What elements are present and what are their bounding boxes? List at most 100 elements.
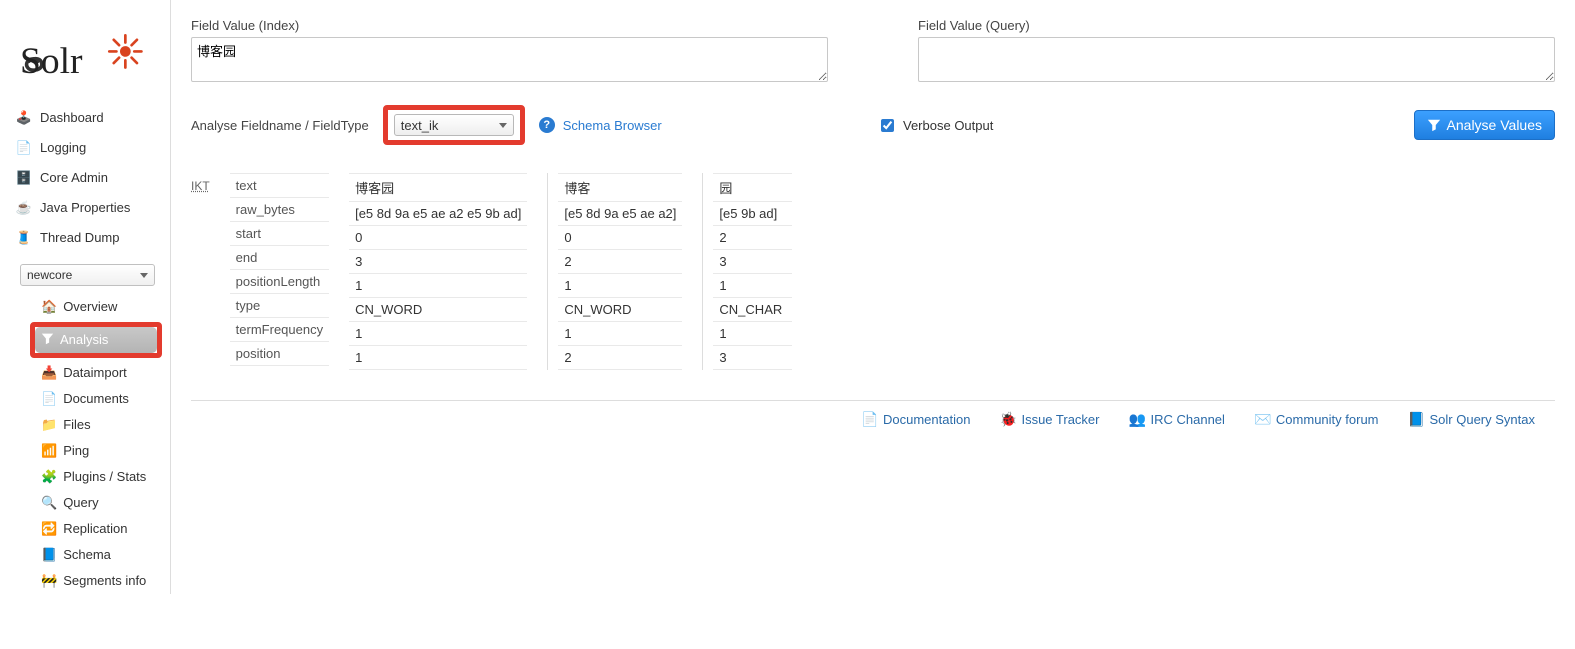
nav-java-props[interactable]: ☕Java Properties: [8, 194, 162, 222]
token-value: 1: [558, 274, 682, 298]
token-value: [e5 9b ad]: [713, 202, 792, 226]
token-value: 2: [713, 226, 792, 250]
query-block: Field Value (Query): [918, 18, 1555, 85]
subnav-dataimport[interactable]: 📥Dataimport: [35, 360, 170, 386]
nav-dashboard[interactable]: 🕹️Dashboard: [8, 104, 162, 132]
footer-irc[interactable]: 👥IRC Channel: [1129, 411, 1224, 427]
index-label: Field Value (Index): [191, 18, 299, 33]
token-value: 2: [558, 250, 682, 274]
footer-syntax[interactable]: 📘 Solr Query Syntax: [1409, 411, 1536, 427]
solr-logo: Solr: [20, 30, 145, 84]
bug-icon: 🐞: [1000, 411, 1016, 427]
nav-core-admin[interactable]: 🗄️ Core Admin: [8, 164, 162, 192]
search-icon: 🔍: [41, 495, 57, 511]
thread-icon: 🧵: [16, 230, 32, 246]
subnav-analysis[interactable]: Analysis: [35, 327, 157, 353]
sidebar: Solr 🕹️Dashboard 📄 Logging 🗄️ Core Admin: [0, 0, 170, 594]
subnav-query[interactable]: 🔍 Query: [35, 490, 170, 516]
subnav-replication-label: Replication: [63, 521, 127, 536]
nav-thread-dump[interactable]: 🧵 Thread Dump: [8, 224, 162, 252]
doc-icon: 📄: [862, 411, 878, 427]
footer: 📄 Documentation 🐞 Issue Tracker 👥IRC Chann…: [191, 400, 1555, 437]
funnel-icon: [41, 332, 54, 348]
documents-icon: 📄: [41, 391, 57, 407]
plugin-icon: 🧩: [41, 469, 57, 485]
help-icon[interactable]: ?: [539, 117, 555, 133]
analyse-button[interactable]: Analyse Values: [1414, 110, 1555, 140]
subnav-replication[interactable]: 🔁Replication: [35, 516, 170, 542]
ping-icon: 📶: [41, 443, 57, 459]
attr-label: end: [230, 246, 329, 270]
subnav-segments[interactable]: 🚧Segments info: [35, 568, 170, 594]
subnav-overview-label: Overview: [63, 299, 117, 314]
analysis-result: IKT text raw_bytes start end positionLen…: [191, 173, 1555, 370]
content: Field Value (Index) Field Value (Query) …: [170, 0, 1575, 594]
subnav-segments-label: Segments info: [63, 573, 146, 588]
folder-icon: 📁: [41, 417, 57, 433]
token-value: [e5 8d 9a e5 ae a2 e5 9b ad]: [349, 202, 527, 226]
coreadmin-icon: 🗄️: [16, 170, 32, 186]
token-value: 1: [558, 322, 682, 346]
fieldtype-select[interactable]: text_ik: [394, 114, 514, 136]
subnav-files[interactable]: 📁 Files: [35, 412, 170, 438]
funnel-icon: [1427, 118, 1441, 132]
token-value: CN_WORD: [349, 298, 527, 322]
footer-documentation[interactable]: 📄 Documentation: [862, 411, 970, 427]
subnav-ping-label: Ping: [63, 443, 89, 458]
token-column-2: 园 [e5 9b ad] 2 3 1 CN_CHAR 1 3: [702, 173, 792, 370]
subnav-query-label: Query: [63, 495, 98, 510]
nav-dashboard-label: Dashboard: [40, 110, 104, 125]
token-value: [e5 8d 9a e5 ae a2]: [558, 202, 682, 226]
token-value: 1: [349, 346, 527, 370]
token-value: CN_CHAR: [713, 298, 792, 322]
subnav-analysis-label: Analysis: [60, 332, 108, 347]
subnav-schema[interactable]: 📘 Schema: [35, 542, 170, 568]
footer-issue-label: Issue Tracker: [1021, 412, 1099, 427]
schema-icon: 📘: [41, 547, 57, 563]
subnav-files-label: Files: [63, 417, 90, 432]
nav-logging[interactable]: 📄 Logging: [8, 134, 162, 162]
nav-logging-label: Logging: [40, 140, 86, 155]
token-column-1: 博客 [e5 8d 9a e5 ae a2] 0 2 1 CN_WORD 1 2: [547, 173, 682, 370]
footer-forum[interactable]: ✉️Community forum: [1255, 411, 1379, 427]
attr-label: position: [230, 342, 329, 366]
nav-threaddump-label: Thread Dump: [40, 230, 119, 245]
token-value: 园: [713, 173, 792, 202]
subnav-overview[interactable]: 🏠Overview: [35, 294, 170, 320]
subnav-documents-label: Documents: [63, 391, 129, 406]
query-input[interactable]: [918, 37, 1555, 82]
book-icon: 📘: [1409, 411, 1425, 427]
highlight-fieldtype: text_ik: [383, 105, 525, 145]
schema-browser-link[interactable]: Schema Browser: [563, 118, 662, 133]
query-label: Field Value (Query): [918, 18, 1030, 33]
token-value: 1: [713, 274, 792, 298]
token-value: 2: [558, 346, 682, 370]
attr-label: termFrequency: [230, 318, 329, 342]
token-value: 0: [558, 226, 682, 250]
footer-issue-tracker[interactable]: 🐞 Issue Tracker: [1000, 411, 1099, 427]
attr-label: positionLength: [230, 270, 329, 294]
nav-javaprops-label: Java Properties: [40, 200, 130, 215]
footer-doc-label: Documentation: [883, 412, 970, 427]
subnav-plugins[interactable]: 🧩 Plugins / Stats: [35, 464, 170, 490]
verbose-checkbox[interactable]: [881, 119, 894, 132]
index-input[interactable]: [191, 37, 828, 82]
attr-label: raw_bytes: [230, 198, 329, 222]
fieldtype-label: Analyse Fieldname / FieldType: [191, 118, 369, 133]
attr-label: start: [230, 222, 329, 246]
token-value: 1: [713, 322, 792, 346]
subnav-ping[interactable]: 📶 Ping: [35, 438, 170, 464]
footer-syntax-label: Solr Query Syntax: [1430, 412, 1536, 427]
token-value: 博客园: [349, 173, 527, 202]
token-value: 1: [349, 274, 527, 298]
subnav-schema-label: Schema: [63, 547, 111, 562]
core-selector[interactable]: newcore: [20, 264, 155, 286]
subnav-documents[interactable]: 📄 Documents: [35, 386, 170, 412]
token-value: CN_WORD: [558, 298, 682, 322]
nav-coreadmin-label: Core Admin: [40, 170, 108, 185]
subnav-plugins-label: Plugins / Stats: [63, 469, 146, 484]
token-value: 3: [713, 346, 792, 370]
index-block: Field Value (Index): [191, 18, 828, 85]
logging-icon: 📄: [16, 140, 32, 156]
verbose-label: Verbose Output: [903, 118, 993, 133]
